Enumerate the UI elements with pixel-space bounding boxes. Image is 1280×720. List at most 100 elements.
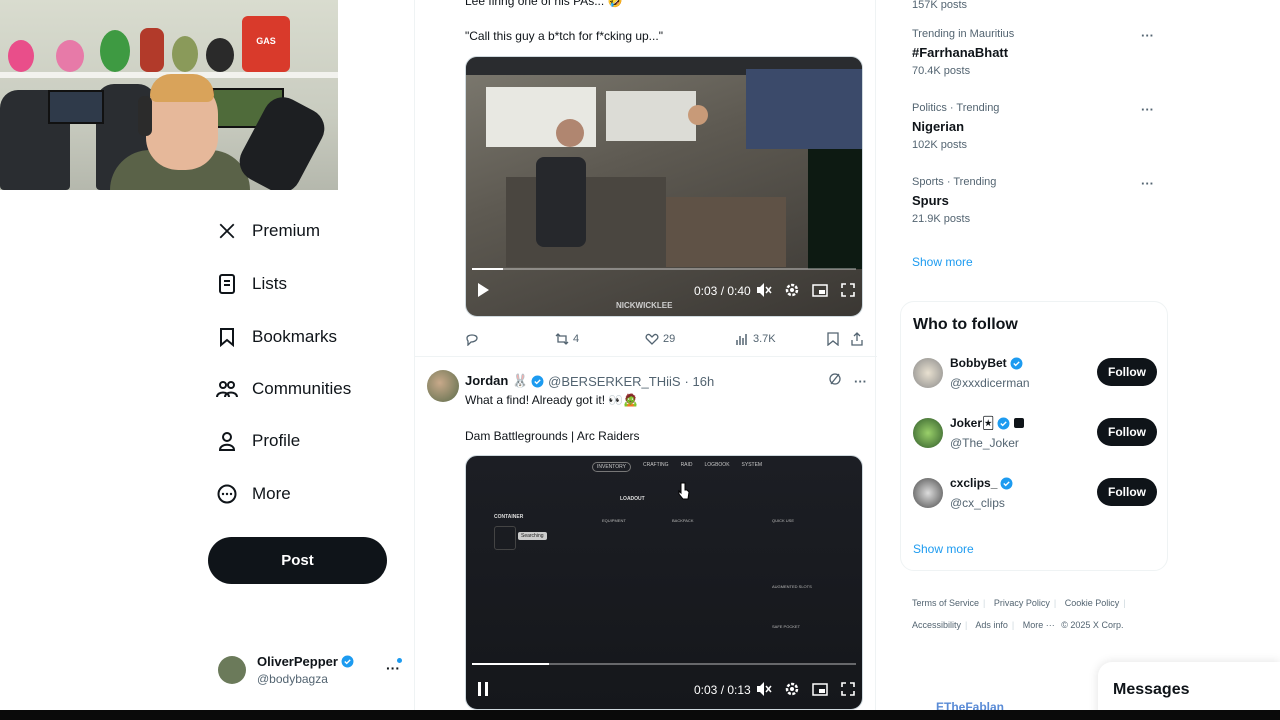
avatar[interactable] bbox=[427, 370, 459, 402]
nav-item-profile[interactable]: Profile bbox=[216, 421, 300, 461]
trend-topic: Nigerian bbox=[912, 119, 965, 134]
video-progress-bar[interactable] bbox=[472, 268, 856, 270]
timeline: Lee firing one of his PAs... 🤣 "Call thi… bbox=[414, 0, 877, 720]
pause-icon[interactable] bbox=[476, 681, 490, 700]
trend-item[interactable]: Sports · Trending Spurs 21.9K posts ··· bbox=[912, 176, 1156, 225]
nav-label: Bookmarks bbox=[252, 327, 338, 346]
bookmark-button[interactable] bbox=[827, 332, 843, 346]
settings-gear-icon[interactable] bbox=[784, 282, 800, 301]
follow-suggestion[interactable]: BobbyBet @xxxdicerman Follow bbox=[913, 354, 1157, 398]
x-logo-icon bbox=[216, 220, 238, 242]
follow-button[interactable]: Follow bbox=[1097, 358, 1157, 386]
settings-gear-icon[interactable] bbox=[784, 681, 800, 700]
tweet-header-icons: ··· bbox=[828, 372, 867, 391]
suggestion-handle: @cx_clips bbox=[950, 496, 1005, 510]
more-horizontal-icon[interactable]: ··· bbox=[1141, 176, 1154, 191]
pip-icon[interactable] bbox=[812, 282, 828, 301]
author-line: Jordan 🐰 @BERSERKER_THiiS · 16h bbox=[465, 373, 714, 389]
footer-link[interactable]: More ··· bbox=[1023, 620, 1055, 630]
volume-muted-icon[interactable] bbox=[756, 282, 772, 301]
footer-separator: | bbox=[1123, 598, 1126, 608]
trend-count: 157K posts bbox=[912, 0, 968, 11]
game-menu-item: RAID bbox=[680, 462, 693, 468]
retweet-button[interactable]: 4 bbox=[555, 332, 579, 346]
views-button[interactable]: 3.7K bbox=[735, 332, 776, 346]
nav-item-premium[interactable]: Premium bbox=[216, 211, 320, 251]
trends-show-more-link[interactable]: Show more bbox=[912, 255, 973, 269]
footer-link[interactable]: Terms of Service bbox=[912, 598, 979, 608]
nav-item-communities[interactable]: Communities bbox=[216, 369, 351, 409]
account-switcher[interactable]: OliverPepper @bodybagza ··· bbox=[218, 648, 408, 692]
trend-topic: Spurs bbox=[912, 193, 949, 208]
suggestion-name-line: Joker🃏 bbox=[950, 416, 1025, 430]
nav-label: Communities bbox=[252, 379, 352, 398]
fullscreen-icon[interactable] bbox=[840, 282, 856, 301]
nav-item-lists[interactable]: Lists bbox=[216, 264, 287, 304]
footer-separator: | bbox=[965, 620, 968, 630]
play-icon[interactable] bbox=[476, 282, 490, 301]
notification-dot bbox=[397, 658, 402, 663]
follow-suggestion[interactable]: cxclips_ @cx_clips Follow bbox=[913, 474, 1157, 518]
account-name-text: OliverPepper bbox=[257, 654, 338, 669]
tweet-time[interactable]: · 16h bbox=[685, 374, 715, 389]
suggestion-name-line: cxclips_ bbox=[950, 476, 1013, 490]
follow-suggestion[interactable]: Joker🃏 @The_Joker Follow bbox=[913, 414, 1157, 458]
reply-button[interactable] bbox=[465, 332, 483, 346]
game-menu-item: CRAFTING bbox=[643, 462, 669, 468]
tweet-text: Lee firing one of his PAs... 🤣 bbox=[465, 0, 623, 8]
nav-item-bookmarks[interactable]: Bookmarks bbox=[216, 317, 337, 357]
video-progress-fill bbox=[472, 663, 549, 665]
like-button[interactable]: 29 bbox=[645, 332, 675, 346]
post-button[interactable]: Post bbox=[208, 537, 387, 584]
game-label: AUGMENTED SLOTS bbox=[772, 584, 812, 589]
toy-figure bbox=[8, 40, 34, 72]
page: GAS Premium Lists Bookmarks Communities … bbox=[0, 0, 1280, 720]
footer-link[interactable]: Cookie Policy bbox=[1065, 598, 1120, 608]
who-to-follow-title: Who to follow bbox=[913, 316, 1018, 333]
footer-link[interactable]: Ads info bbox=[975, 620, 1008, 630]
volume-muted-icon[interactable] bbox=[756, 681, 772, 700]
verified-badge-icon bbox=[1010, 357, 1023, 369]
trend-count: 21.9K posts bbox=[912, 213, 971, 225]
video-player[interactable]: INVENTORY CRAFTING RAID LOGBOOK SYSTEM L… bbox=[465, 455, 863, 710]
follow-button[interactable]: Follow bbox=[1097, 418, 1157, 446]
verified-badge-icon bbox=[531, 375, 544, 387]
tweet-subtitle: Dam Battlegrounds | Arc Raiders bbox=[465, 429, 640, 443]
retweet-icon bbox=[555, 333, 569, 345]
more-horizontal-icon[interactable]: ··· bbox=[1141, 102, 1154, 117]
game-label: CONTAINER bbox=[494, 514, 524, 520]
avatar bbox=[913, 358, 943, 388]
pip-icon[interactable] bbox=[812, 681, 828, 700]
more-horizontal-icon[interactable]: ··· bbox=[1141, 28, 1154, 43]
suggestion-name: cxclips_ bbox=[950, 476, 998, 490]
share-button[interactable] bbox=[850, 332, 868, 346]
who-to-follow-show-more-link[interactable]: Show more bbox=[913, 542, 974, 556]
trend-item[interactable]: Trending in Mauritius #FarrhanaBhatt 70.… bbox=[912, 28, 1156, 77]
more-horizontal-icon[interactable]: ··· bbox=[854, 374, 867, 389]
toy-figure bbox=[56, 40, 84, 72]
suggestion-name: Joker🃏 bbox=[950, 416, 995, 430]
nav-label: More bbox=[252, 484, 291, 503]
grok-icon[interactable] bbox=[828, 372, 842, 391]
author-handle[interactable]: @BERSERKER_THiiS bbox=[548, 374, 680, 389]
game-menu-item: INVENTORY bbox=[592, 462, 631, 472]
game-label: SAFE POCKET bbox=[772, 624, 801, 629]
searching-label: Searching bbox=[518, 532, 547, 540]
follow-button[interactable]: Follow bbox=[1097, 478, 1157, 506]
video-progress-bar[interactable] bbox=[472, 663, 856, 665]
fullscreen-icon[interactable] bbox=[840, 681, 856, 700]
footer-link[interactable]: Accessibility bbox=[912, 620, 961, 630]
nav-label: Premium bbox=[252, 221, 321, 240]
wall-poster bbox=[48, 90, 104, 124]
lists-icon bbox=[216, 273, 238, 295]
divider bbox=[415, 356, 877, 357]
trend-item[interactable]: Politics · Trending Nigerian 102K posts … bbox=[912, 102, 1156, 151]
verified-badge-icon bbox=[997, 417, 1010, 429]
toy-figure bbox=[206, 38, 234, 72]
video-player[interactable]: 0:03 / 0:40 NICKWICKLEE bbox=[465, 56, 863, 317]
game-menu-item: LOGBOOK bbox=[704, 462, 730, 468]
verified-badge-icon bbox=[341, 655, 354, 668]
nav-item-more[interactable]: More bbox=[216, 474, 291, 514]
footer-link[interactable]: Privacy Policy bbox=[994, 598, 1050, 608]
author-name[interactable]: Jordan 🐰 bbox=[465, 373, 528, 389]
